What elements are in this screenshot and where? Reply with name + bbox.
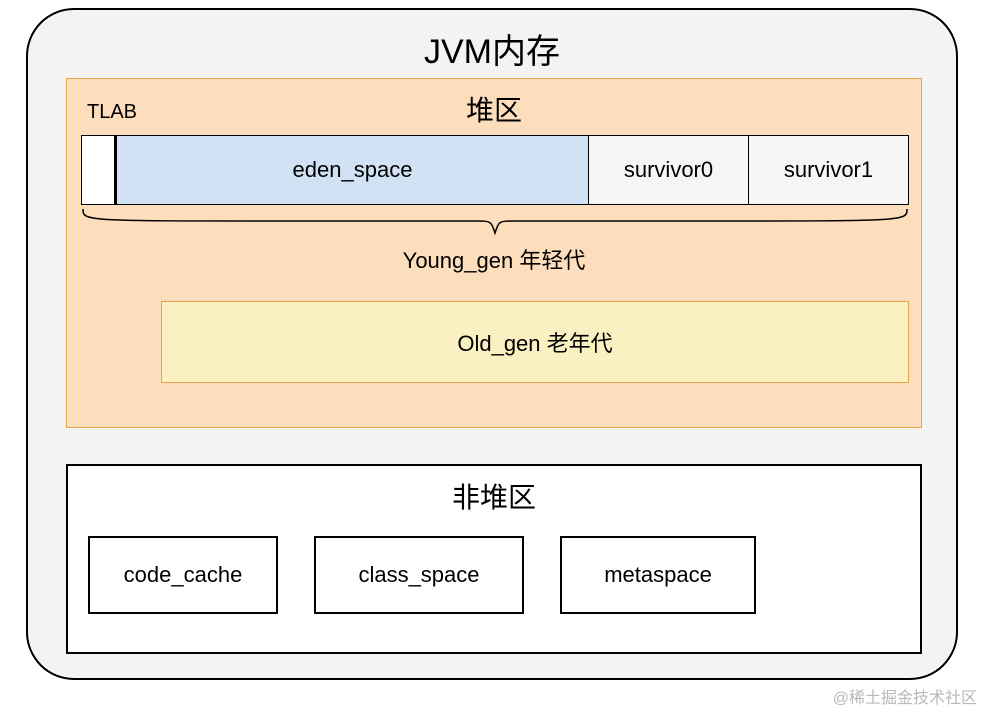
young-gen-brace (81, 207, 909, 237)
class-space-box: class_space (314, 536, 524, 614)
nonheap-title: 非堆区 (68, 476, 920, 516)
old-gen-box: Old_gen 老年代 (161, 301, 909, 383)
metaspace-box: metaspace (560, 536, 756, 614)
survivor0-box: survivor0 (589, 135, 749, 205)
nonheap-area: 非堆区 code_cache class_space metaspace (66, 464, 922, 654)
eden-space-box: eden_space (117, 135, 589, 205)
survivor1-box: survivor1 (749, 135, 909, 205)
tlab-label: TLAB (87, 101, 137, 124)
watermark-text: @稀土掘金技术社区 (833, 684, 977, 708)
diagram-title: JVM内存 (28, 24, 956, 73)
nonheap-row: code_cache class_space metaspace (88, 536, 756, 614)
tlab-box (81, 135, 117, 205)
heap-area: 堆区 TLAB eden_space survivor0 survivor1 Y… (66, 78, 922, 428)
code-cache-box: code_cache (88, 536, 278, 614)
young-gen-label: Young_gen 年轻代 (67, 243, 921, 275)
young-gen-row: eden_space survivor0 survivor1 (81, 135, 909, 205)
heap-title: 堆区 (67, 89, 921, 129)
jvm-memory-container: JVM内存 堆区 TLAB eden_space survivor0 survi… (26, 8, 958, 680)
